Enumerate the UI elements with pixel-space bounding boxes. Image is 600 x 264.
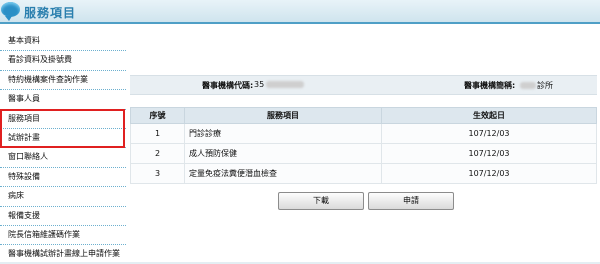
page-title: 服務項目: [24, 6, 77, 20]
sidebar-item-director-mailbox[interactable]: 院長信箱維護碼作業: [0, 226, 126, 246]
institution-info-row: 醫事機構代碼: 35 醫事機構簡稱: 診所: [130, 75, 597, 95]
cell-no: 2: [130, 143, 185, 164]
sidebar-item-support-report[interactable]: 報備支援: [0, 207, 126, 226]
page-header: 服務項目: [0, 0, 600, 24]
table-row: 2 成人預防保健 107/12/03: [130, 143, 597, 164]
col-header-date: 生效起日: [381, 107, 597, 124]
redacted-code: [266, 81, 305, 88]
col-header-no: 序號: [130, 107, 185, 124]
cell-date: 107/12/03: [381, 143, 597, 164]
institution-code-value: 35: [254, 80, 305, 89]
cell-no: 1: [130, 123, 185, 144]
sidebar-nav: 基本資料 看診資料及掛號費 特約機構案件查詢作業 醫事人員 服務項目 試辦計畫 …: [0, 32, 126, 264]
cell-no: 3: [130, 163, 185, 184]
cell-item: 門診診療: [184, 123, 382, 144]
cell-date: 107/12/03: [381, 163, 597, 184]
apply-button[interactable]: 申請: [368, 192, 454, 210]
speech-bubble-icon: [1, 2, 20, 21]
highlight-box: [0, 109, 125, 148]
cell-item: 定量免疫法糞便潛血檢查: [184, 163, 382, 184]
page: 服務項目 基本資料 看診資料及掛號費 特約機構案件查詢作業 醫事人員 服務項目 …: [0, 0, 600, 264]
sidebar-item-special-equipment[interactable]: 特殊設備: [0, 168, 126, 188]
redacted-name: [520, 82, 536, 89]
table-row: 1 門診診療 107/12/03: [130, 123, 597, 144]
institution-code-label: 醫事機構代碼:: [202, 81, 254, 90]
institution-name-label: 醫事機構簡稱:: [464, 81, 516, 90]
cell-date: 107/12/03: [381, 123, 597, 144]
institution-name-value: 診所: [520, 80, 553, 91]
sidebar-item-beds[interactable]: 病床: [0, 187, 126, 207]
col-header-item: 服務項目: [184, 107, 382, 124]
sidebar-item-contract-case-query[interactable]: 特約機構案件查詢作業: [0, 71, 126, 91]
sidebar-item-basic-info[interactable]: 基本資料: [0, 32, 126, 52]
download-button[interactable]: 下載: [278, 192, 364, 210]
cell-item: 成人預防保健: [184, 143, 382, 164]
table-header-row: 序號 服務項目 生效起日: [130, 107, 597, 124]
sidebar-item-visit-fees[interactable]: 看診資料及掛號費: [0, 51, 126, 71]
table-row: 3 定量免疫法糞便潛血檢查 107/12/03: [130, 163, 597, 184]
service-items-table: 序號 服務項目 生效起日 1 門診診療 107/12/03 2 成人預防保健 1…: [130, 107, 597, 184]
sidebar-item-medical-staff[interactable]: 醫事人員: [0, 90, 126, 110]
sidebar-item-contact-person[interactable]: 窗口聯絡人: [0, 148, 126, 168]
